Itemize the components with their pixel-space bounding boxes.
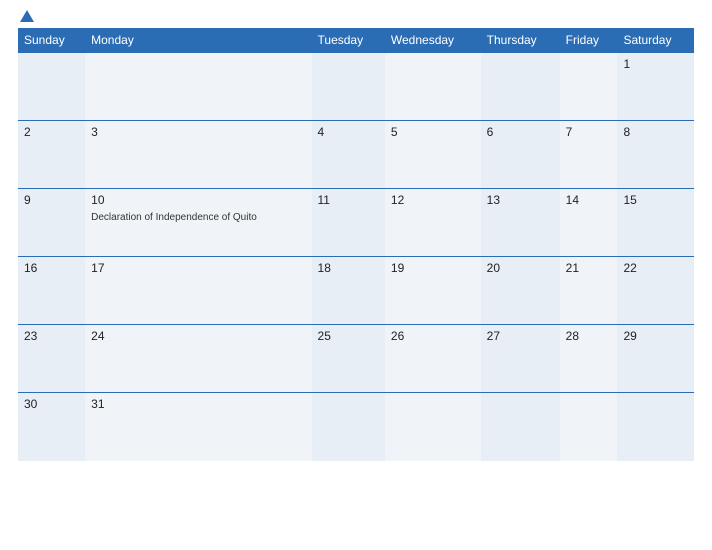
calendar-cell: 23 [18, 325, 85, 393]
calendar-cell: 25 [312, 325, 385, 393]
day-number: 27 [487, 329, 554, 343]
day-number: 14 [566, 193, 612, 207]
day-number: 11 [318, 193, 379, 207]
calendar-cell [560, 53, 618, 121]
calendar-cell: 22 [617, 257, 694, 325]
calendar-cell: 19 [385, 257, 481, 325]
calendar-cell [481, 393, 560, 461]
day-number: 2 [24, 125, 79, 139]
day-number: 25 [318, 329, 379, 343]
calendar-cell: 7 [560, 121, 618, 189]
day-number: 8 [623, 125, 688, 139]
weekday-header-monday: Monday [85, 28, 311, 53]
calendar-cell: 20 [481, 257, 560, 325]
calendar-page: SundayMondayTuesdayWednesdayThursdayFrid… [0, 0, 712, 550]
day-number: 26 [391, 329, 475, 343]
day-number: 4 [318, 125, 379, 139]
day-number: 3 [91, 125, 305, 139]
calendar-cell: 17 [85, 257, 311, 325]
day-number: 19 [391, 261, 475, 275]
calendar-cell: 6 [481, 121, 560, 189]
day-number: 23 [24, 329, 79, 343]
calendar-cell: 4 [312, 121, 385, 189]
week-row-2: 2345678 [18, 121, 694, 189]
day-number: 12 [391, 193, 475, 207]
day-number: 22 [623, 261, 688, 275]
calendar-table: SundayMondayTuesdayWednesdayThursdayFrid… [18, 28, 694, 461]
calendar-cell: 28 [560, 325, 618, 393]
day-number: 28 [566, 329, 612, 343]
calendar-cell: 3 [85, 121, 311, 189]
calendar-cell: 11 [312, 189, 385, 257]
week-row-6: 30 31 [18, 393, 694, 461]
calendar-cell: 21 [560, 257, 618, 325]
calendar-cell: 2 [18, 121, 85, 189]
weekday-header-sunday: Sunday [18, 28, 85, 53]
calendar-cell: 18 [312, 257, 385, 325]
week-row-1: 1 [18, 53, 694, 121]
day-number: 21 [566, 261, 612, 275]
event-label: Declaration of Independence of Quito [91, 212, 257, 223]
calendar-cell [617, 393, 694, 461]
calendar-cell: 13 [481, 189, 560, 257]
day-number: 15 [623, 193, 688, 207]
day-number: 16 [24, 261, 79, 275]
day-number: 9 [24, 193, 79, 207]
day-number: 6 [487, 125, 554, 139]
calendar-cell: 8 [617, 121, 694, 189]
day-number: 30 [24, 397, 79, 411]
calendar-cell: 10 Declaration of Independence of Quito [85, 189, 311, 257]
calendar-cell [85, 53, 311, 121]
calendar-cell [560, 393, 618, 461]
calendar-cell [312, 393, 385, 461]
calendar-cell [385, 53, 481, 121]
calendar-cell: 31 [85, 393, 311, 461]
day-number: 29 [623, 329, 688, 343]
calendar-cell [312, 53, 385, 121]
day-number: 31 [91, 397, 305, 411]
logo-triangle-icon [20, 10, 34, 22]
calendar-cell: 30 [18, 393, 85, 461]
calendar-cell [18, 53, 85, 121]
calendar-cell: 15 [617, 189, 694, 257]
calendar-cell: 12 [385, 189, 481, 257]
day-number: 1 [623, 57, 688, 71]
calendar-cell: 26 [385, 325, 481, 393]
calendar-cell: 14 [560, 189, 618, 257]
day-number: 7 [566, 125, 612, 139]
day-number: 5 [391, 125, 475, 139]
calendar-cell: 9 [18, 189, 85, 257]
day-number: 20 [487, 261, 554, 275]
calendar-cell [481, 53, 560, 121]
weekday-header-row: SundayMondayTuesdayWednesdayThursdayFrid… [18, 28, 694, 53]
day-number: 10 [91, 193, 305, 207]
calendar-cell: 16 [18, 257, 85, 325]
calendar-body: 12345678910Declaration of Independence o… [18, 53, 694, 461]
day-number: 18 [318, 261, 379, 275]
calendar-cell [385, 393, 481, 461]
week-row-5: 23 24 25 26 27 28 29 [18, 325, 694, 393]
weekday-header-friday: Friday [560, 28, 618, 53]
calendar-cell: 29 [617, 325, 694, 393]
calendar-cell: 27 [481, 325, 560, 393]
calendar-cell: 1 [617, 53, 694, 121]
weekday-header-tuesday: Tuesday [312, 28, 385, 53]
day-number: 24 [91, 329, 305, 343]
calendar-cell: 5 [385, 121, 481, 189]
weekday-header-wednesday: Wednesday [385, 28, 481, 53]
logo [18, 10, 36, 22]
day-number: 17 [91, 261, 305, 275]
weekday-header-thursday: Thursday [481, 28, 560, 53]
day-number: 13 [487, 193, 554, 207]
week-row-4: 16 17 18 19 20 21 22 [18, 257, 694, 325]
week-row-3: 910Declaration of Independence of Quito1… [18, 189, 694, 257]
calendar-cell: 24 [85, 325, 311, 393]
calendar-header [18, 10, 694, 22]
weekday-header-saturday: Saturday [617, 28, 694, 53]
